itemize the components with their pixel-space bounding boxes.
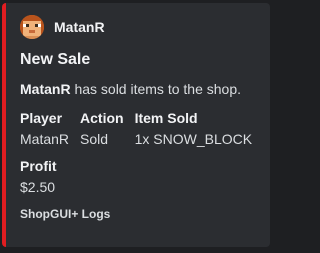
- description-text: has sold items to the shop.: [74, 81, 241, 97]
- embed-title: New Sale: [20, 51, 91, 68]
- field-value: MatanR: [20, 131, 70, 147]
- field-action: Action Sold: [80, 109, 124, 149]
- field-profit: Profit $2.50: [20, 157, 256, 197]
- field-player: Player MatanR: [20, 109, 69, 149]
- author-name[interactable]: MatanR: [54, 19, 105, 35]
- sale-embed: MatanR New Sale MatanR has sold items to…: [2, 3, 270, 247]
- embed-author: MatanR: [20, 15, 256, 39]
- field-value: $2.50: [20, 179, 56, 195]
- field-item-sold: Item Sold 1x SNOW_BLOCK: [135, 109, 252, 149]
- embed-fields: Player MatanR Action Sold Item Sold 1x S…: [20, 109, 256, 149]
- embed-footer: ShopGUI+ Logs: [20, 207, 111, 221]
- field-value: Sold: [80, 131, 109, 147]
- minecraft-head-avatar-icon[interactable]: [20, 15, 44, 39]
- field-name: Action: [80, 110, 124, 126]
- field-name: Player: [20, 110, 63, 126]
- field-value: 1x SNOW_BLOCK: [134, 131, 253, 147]
- description-player: MatanR: [20, 81, 71, 97]
- embed-description: MatanR has sold items to the shop.: [20, 80, 256, 98]
- field-name: Item Sold: [134, 110, 198, 126]
- field-name: Profit: [20, 158, 57, 174]
